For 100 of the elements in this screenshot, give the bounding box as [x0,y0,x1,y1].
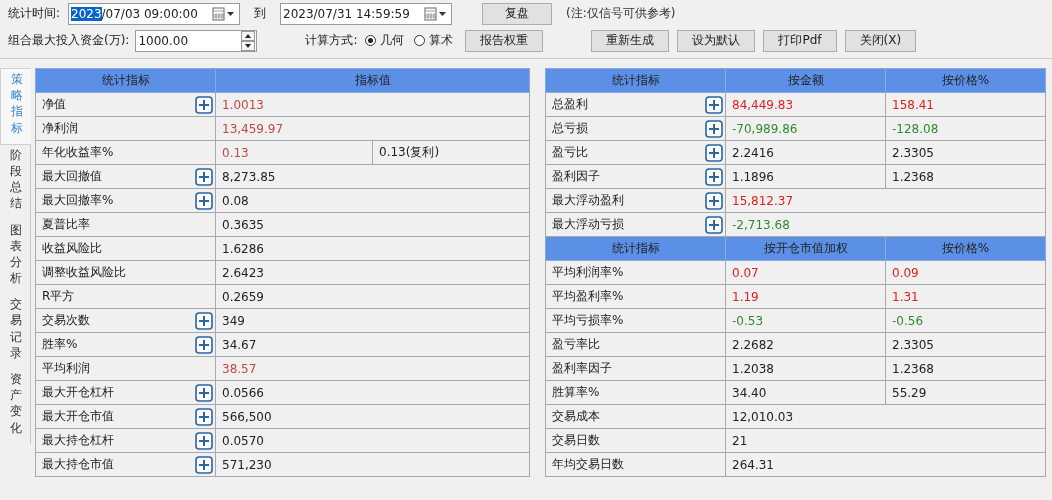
expand-plus-icon[interactable] [195,311,213,330]
expand-plus-icon[interactable] [705,95,723,114]
calendar-dropdown-icon[interactable] [424,6,448,21]
expand-plus-icon[interactable] [705,119,723,138]
metric-name: 净值 [42,96,66,113]
metric-value: -70,989.86 [725,116,886,141]
metric-value: -0.53 [725,308,886,333]
metric-value: 0.0570 [215,428,530,453]
period-label: 统计时间: [8,5,62,22]
metric-value: 34.67 [215,332,530,357]
column-header: 按开仓市值加权 [725,236,886,261]
side-tab[interactable]: 资产变化 [0,369,31,444]
metric-name: 收益风险比 [42,240,102,257]
metric-name: 最大回撤值 [42,168,102,185]
side-tab[interactable]: 交易记录 [0,294,31,369]
method-radio[interactable]: 算术 [414,32,454,49]
expand-plus-icon[interactable] [705,143,723,162]
metric-name: 最大开仓杠杆 [42,384,114,401]
metric-value: 84,449.83 [725,92,886,117]
metric-value: 38.57 [215,356,530,381]
metric-value: 2.6423 [215,260,530,285]
method-radio[interactable]: 几何 [365,32,405,49]
metric-value: 21 [725,428,1046,453]
expand-plus-icon[interactable] [195,95,213,114]
metric-value: -128.08 [885,116,1046,141]
metric-name: 平均利润 [42,360,90,377]
metric-name: 总亏损 [552,120,588,137]
metric-value: 0.13 [215,140,373,165]
metric-value: 1.0013 [215,92,530,117]
metric-name: 净利润 [42,120,78,137]
column-header: 按价格% [885,236,1046,261]
expand-plus-icon[interactable] [195,191,213,210]
side-tab[interactable]: 图表分析 [0,219,31,295]
expand-plus-icon[interactable] [705,167,723,186]
expand-plus-icon[interactable] [195,455,213,474]
metric-name: 平均盈利率% [552,288,624,305]
calendar-dropdown-icon[interactable] [212,6,236,21]
metric-name: 最大浮动亏损 [552,216,624,233]
metric-name: 总盈利 [552,96,588,113]
metric-value: 0.08 [215,188,530,213]
metric-value: 0.2659 [215,284,530,309]
metric-value: 2.2416 [725,140,886,165]
metric-name: 盈亏率比 [552,336,600,353]
metric-value: 264.31 [725,452,1046,477]
metric-value: 2.3305 [885,332,1046,357]
metric-value: 0.07 [725,260,886,285]
replay-button[interactable]: 复盘 [482,2,552,25]
metric-name: 盈亏比 [552,144,588,161]
end-date-field[interactable]: 2023/07/31 14:59:59 [280,2,452,25]
expand-plus-icon[interactable] [195,383,213,402]
metric-name: 平均利润率% [552,264,624,281]
metric-value: 1.31 [885,284,1046,309]
capital-spin-field[interactable]: 1000.00 [135,29,258,52]
toolbar-button[interactable]: 报告权重 [465,29,544,52]
expand-plus-icon[interactable] [195,335,213,354]
metric-name: 调整收益风险比 [42,264,126,281]
metric-value: 0.3635 [215,212,530,237]
spin-arrows-icon[interactable] [241,30,256,51]
column-header: 按价格% [885,68,1046,93]
column-header: 统计指标 [35,68,216,93]
metric-value: 1.2368 [885,164,1046,189]
column-header: 指标值 [215,68,530,93]
side-tab[interactable]: 阶段总结 [0,144,31,220]
metric-name: 最大回撤率% [42,192,114,209]
metric-value: 566,500 [215,404,530,429]
side-tab[interactable]: 策略指标 [0,68,31,145]
metric-value: -2,713.68 [725,212,1046,237]
metric-value: 1.1896 [725,164,886,189]
to-label: 到 [254,5,266,22]
metric-value: 0.0566 [215,380,530,405]
expand-plus-icon[interactable] [195,431,213,450]
column-header: 统计指标 [545,236,726,261]
toolbar-button[interactable]: 打印Pdf [763,29,837,52]
metric-name: 年均交易日数 [552,456,624,473]
metric-name: 交易日数 [552,432,600,449]
metric-name: 胜率% [42,336,78,353]
metric-value: 0.13(复利) [372,140,530,165]
metric-value: 13,459.97 [215,116,530,141]
metric-value: 0.09 [885,260,1046,285]
metric-value: 158.41 [885,92,1046,117]
toolbar-button[interactable]: 重新生成 [591,29,670,52]
expand-plus-icon[interactable] [705,215,723,234]
metric-name: 盈利率因子 [552,360,612,377]
metric-value: 349 [215,308,530,333]
toolbar-button[interactable]: 设为默认 [677,29,756,52]
expand-plus-icon[interactable] [705,191,723,210]
metric-value: 8,273.85 [215,164,530,189]
metric-name: 盈利因子 [552,168,600,185]
metric-value: 12,010.03 [725,404,1046,429]
metric-value: 2.3305 [885,140,1046,165]
metric-name: 交易成本 [552,408,600,425]
metric-name: 胜算率% [552,384,600,401]
expand-plus-icon[interactable] [195,167,213,186]
toolbar-button[interactable]: 关闭(X) [844,29,917,52]
expand-plus-icon[interactable] [195,407,213,426]
metric-name: 交易次数 [42,312,90,329]
metric-value: 1.2038 [725,356,886,381]
metric-name: 最大持仓杠杆 [42,432,114,449]
metric-name: 年化收益率% [42,144,114,161]
metric-name: 最大持仓市值 [42,456,114,473]
